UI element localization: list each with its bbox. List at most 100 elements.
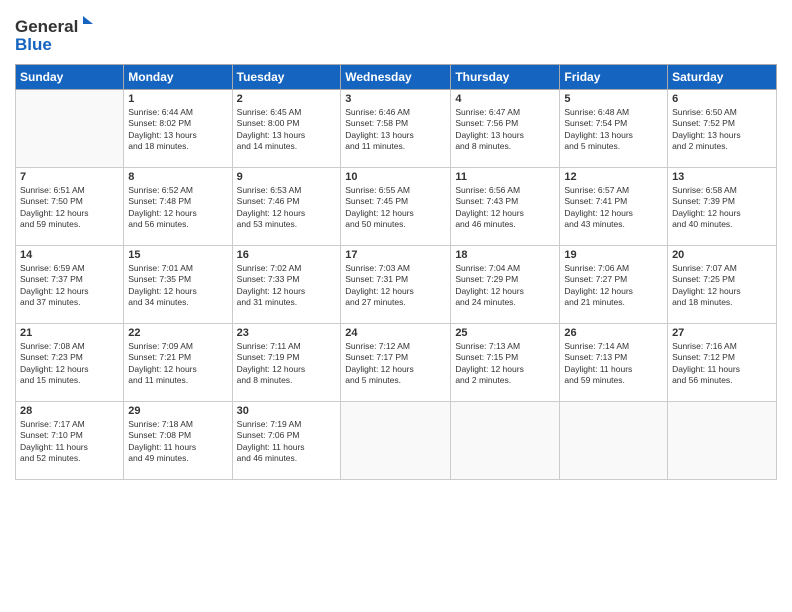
day-number: 22	[128, 327, 227, 339]
day-number: 20	[672, 249, 772, 261]
calendar-cell: 27 Sunrise: 7:16 AMSunset: 7:12 PMDayligh…	[668, 324, 777, 402]
header: GeneralBlue	[15, 10, 777, 56]
day-info: Sunrise: 6:59 AMSunset: 7:37 PMDaylight:…	[20, 263, 119, 309]
day-number: 4	[455, 93, 555, 105]
calendar-cell: 8 Sunrise: 6:52 AMSunset: 7:48 PMDaylight…	[124, 168, 232, 246]
calendar-cell: 6 Sunrise: 6:50 AMSunset: 7:52 PMDaylight…	[668, 90, 777, 168]
calendar-week-4: 21 Sunrise: 7:08 AMSunset: 7:23 PMDayligh…	[16, 324, 777, 402]
day-number: 29	[128, 405, 227, 417]
calendar-cell: 13 Sunrise: 6:58 AMSunset: 7:39 PMDayligh…	[668, 168, 777, 246]
day-info: Sunrise: 6:56 AMSunset: 7:43 PMDaylight:…	[455, 185, 555, 231]
day-info: Sunrise: 7:01 AMSunset: 7:35 PMDaylight:…	[128, 263, 227, 309]
day-info: Sunrise: 6:58 AMSunset: 7:39 PMDaylight:…	[672, 185, 772, 231]
calendar-cell: 5 Sunrise: 6:48 AMSunset: 7:54 PMDaylight…	[560, 90, 668, 168]
day-number: 10	[345, 171, 446, 183]
day-number: 12	[564, 171, 663, 183]
day-info: Sunrise: 7:02 AMSunset: 7:33 PMDaylight:…	[237, 263, 337, 309]
day-info: Sunrise: 6:48 AMSunset: 7:54 PMDaylight:…	[564, 107, 663, 153]
calendar-cell: 3 Sunrise: 6:46 AMSunset: 7:58 PMDaylight…	[341, 90, 451, 168]
calendar-cell: 24 Sunrise: 7:12 AMSunset: 7:17 PMDayligh…	[341, 324, 451, 402]
day-info: Sunrise: 6:50 AMSunset: 7:52 PMDaylight:…	[672, 107, 772, 153]
day-info: Sunrise: 6:47 AMSunset: 7:56 PMDaylight:…	[455, 107, 555, 153]
day-number: 27	[672, 327, 772, 339]
day-info: Sunrise: 6:46 AMSunset: 7:58 PMDaylight:…	[345, 107, 446, 153]
calendar-table: SundayMondayTuesdayWednesdayThursdayFrid…	[15, 64, 777, 480]
calendar-cell: 30 Sunrise: 7:19 AMSunset: 7:06 PMDayligh…	[232, 402, 341, 480]
day-number: 3	[345, 93, 446, 105]
day-info: Sunrise: 7:14 AMSunset: 7:13 PMDaylight:…	[564, 341, 663, 387]
calendar-cell: 29 Sunrise: 7:18 AMSunset: 7:08 PMDayligh…	[124, 402, 232, 480]
calendar-cell	[451, 402, 560, 480]
calendar-cell	[16, 90, 124, 168]
day-info: Sunrise: 7:18 AMSunset: 7:08 PMDaylight:…	[128, 419, 227, 465]
day-number: 30	[237, 405, 337, 417]
day-info: Sunrise: 7:09 AMSunset: 7:21 PMDaylight:…	[128, 341, 227, 387]
calendar-cell: 9 Sunrise: 6:53 AMSunset: 7:46 PMDaylight…	[232, 168, 341, 246]
day-info: Sunrise: 7:16 AMSunset: 7:12 PMDaylight:…	[672, 341, 772, 387]
svg-text:General: General	[15, 17, 78, 36]
col-header-friday: Friday	[560, 65, 668, 90]
calendar-cell: 21 Sunrise: 7:08 AMSunset: 7:23 PMDayligh…	[16, 324, 124, 402]
day-info: Sunrise: 6:51 AMSunset: 7:50 PMDaylight:…	[20, 185, 119, 231]
calendar-cell	[341, 402, 451, 480]
calendar-header-row: SundayMondayTuesdayWednesdayThursdayFrid…	[16, 65, 777, 90]
calendar-cell	[668, 402, 777, 480]
day-info: Sunrise: 6:57 AMSunset: 7:41 PMDaylight:…	[564, 185, 663, 231]
day-info: Sunrise: 6:44 AMSunset: 8:02 PMDaylight:…	[128, 107, 227, 153]
day-number: 5	[564, 93, 663, 105]
calendar-cell: 22 Sunrise: 7:09 AMSunset: 7:21 PMDayligh…	[124, 324, 232, 402]
day-info: Sunrise: 7:06 AMSunset: 7:27 PMDaylight:…	[564, 263, 663, 309]
calendar-cell	[560, 402, 668, 480]
day-number: 7	[20, 171, 119, 183]
day-info: Sunrise: 6:55 AMSunset: 7:45 PMDaylight:…	[345, 185, 446, 231]
col-header-tuesday: Tuesday	[232, 65, 341, 90]
day-info: Sunrise: 7:17 AMSunset: 7:10 PMDaylight:…	[20, 419, 119, 465]
col-header-sunday: Sunday	[16, 65, 124, 90]
day-info: Sunrise: 6:52 AMSunset: 7:48 PMDaylight:…	[128, 185, 227, 231]
day-number: 15	[128, 249, 227, 261]
day-number: 21	[20, 327, 119, 339]
calendar-cell: 19Sunrise: 7:06 AMSunset: 7:27 PMDayligh…	[560, 246, 668, 324]
day-info: Sunrise: 7:12 AMSunset: 7:17 PMDaylight:…	[345, 341, 446, 387]
calendar-cell: 7 Sunrise: 6:51 AMSunset: 7:50 PMDaylight…	[16, 168, 124, 246]
day-info: Sunrise: 7:07 AMSunset: 7:25 PMDaylight:…	[672, 263, 772, 309]
day-number: 28	[20, 405, 119, 417]
day-number: 13	[672, 171, 772, 183]
day-number: 24	[345, 327, 446, 339]
day-info: Sunrise: 7:08 AMSunset: 7:23 PMDaylight:…	[20, 341, 119, 387]
calendar-cell: 12 Sunrise: 6:57 AMSunset: 7:41 PMDayligh…	[560, 168, 668, 246]
calendar-cell: 23 Sunrise: 7:11 AMSunset: 7:19 PMDayligh…	[232, 324, 341, 402]
day-number: 18	[455, 249, 555, 261]
day-number: 8	[128, 171, 227, 183]
day-number: 11	[455, 171, 555, 183]
day-info: Sunrise: 7:19 AMSunset: 7:06 PMDaylight:…	[237, 419, 337, 465]
logo: GeneralBlue	[15, 14, 95, 56]
calendar-cell: 14Sunrise: 6:59 AMSunset: 7:37 PMDayligh…	[16, 246, 124, 324]
calendar-cell: 2Sunrise: 6:45 AMSunset: 8:00 PMDaylight…	[232, 90, 341, 168]
day-number: 25	[455, 327, 555, 339]
calendar-week-1: 1 Sunrise: 6:44 AMSunset: 8:02 PMDaylight…	[16, 90, 777, 168]
day-info: Sunrise: 6:53 AMSunset: 7:46 PMDaylight:…	[237, 185, 337, 231]
logo-svg: GeneralBlue	[15, 14, 95, 56]
calendar-cell: 25 Sunrise: 7:13 AMSunset: 7:15 PMDayligh…	[451, 324, 560, 402]
day-number: 9	[237, 171, 337, 183]
day-info: Sunrise: 7:04 AMSunset: 7:29 PMDaylight:…	[455, 263, 555, 309]
calendar-week-2: 7 Sunrise: 6:51 AMSunset: 7:50 PMDaylight…	[16, 168, 777, 246]
day-number: 23	[237, 327, 337, 339]
col-header-saturday: Saturday	[668, 65, 777, 90]
day-info: Sunrise: 7:03 AMSunset: 7:31 PMDaylight:…	[345, 263, 446, 309]
day-info: Sunrise: 7:11 AMSunset: 7:19 PMDaylight:…	[237, 341, 337, 387]
calendar-cell: 17 Sunrise: 7:03 AMSunset: 7:31 PMDayligh…	[341, 246, 451, 324]
calendar-cell: 15 Sunrise: 7:01 AMSunset: 7:35 PMDayligh…	[124, 246, 232, 324]
day-number: 26	[564, 327, 663, 339]
day-info: Sunrise: 6:45 AMSunset: 8:00 PMDaylight:…	[237, 107, 337, 153]
day-info: Sunrise: 7:13 AMSunset: 7:15 PMDaylight:…	[455, 341, 555, 387]
calendar-cell: 18 Sunrise: 7:04 AMSunset: 7:29 PMDayligh…	[451, 246, 560, 324]
calendar-cell: 10 Sunrise: 6:55 AMSunset: 7:45 PMDayligh…	[341, 168, 451, 246]
day-number: 6	[672, 93, 772, 105]
day-number: 17	[345, 249, 446, 261]
col-header-monday: Monday	[124, 65, 232, 90]
calendar-cell: 16Sunrise: 7:02 AMSunset: 7:33 PMDayligh…	[232, 246, 341, 324]
col-header-thursday: Thursday	[451, 65, 560, 90]
day-number: 1	[128, 93, 227, 105]
